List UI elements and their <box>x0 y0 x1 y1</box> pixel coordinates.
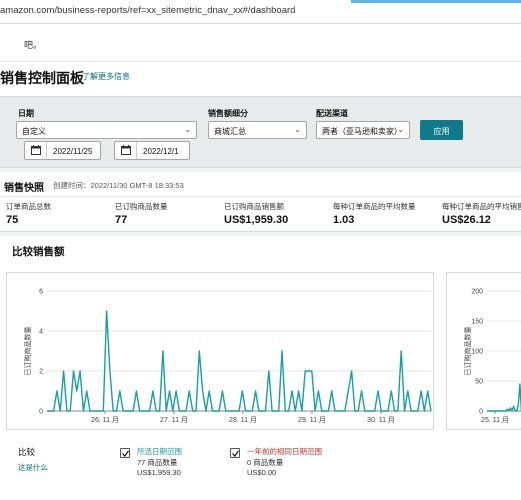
snapshot-title: 销售快照 <box>4 183 44 194</box>
x-tick-label: 25. 11 月 <box>481 416 509 424</box>
series-checkbox-selected[interactable] <box>120 448 130 458</box>
filter-panel: 日期 自定义 ⌄ 销售额细分 商城汇总 ⌄ 配送渠道 两者（亚马逊和卖家） ⌄ … <box>0 96 521 168</box>
browser-url-bar[interactable]: amazon.com/business-reports/ref=xx_sitem… <box>0 0 521 24</box>
metric-value: US$26.12 <box>442 214 491 226</box>
check-icon <box>232 450 239 457</box>
page-header: 销售控制面板 了解更多信息 <box>0 62 521 96</box>
series-sales-prior-year: US$0.00 <box>247 468 277 477</box>
metric-label: 已订购商品数量 <box>115 202 168 211</box>
y-tick-label: 2 <box>39 369 43 376</box>
x-tick-label: 26. 11 月 <box>91 416 119 424</box>
y-tick-label: 6 <box>39 289 43 296</box>
chevron-down-icon: ⌄ <box>397 125 404 134</box>
series-units-prior-year: 0 商品数量 <box>247 458 284 467</box>
learn-more-link[interactable]: 了解更多信息 <box>82 71 130 82</box>
calendar-icon[interactable] <box>25 142 47 159</box>
series-name-prior-year: 一年前的相同日期范围 <box>247 447 322 456</box>
y-tick-label: 150 <box>471 319 483 326</box>
divider <box>0 196 521 197</box>
chevron-down-icon: ⌄ <box>294 125 301 134</box>
chevron-down-icon: ⌄ <box>184 125 191 134</box>
end-date-value: 2022/12/1 <box>143 147 179 156</box>
metric-label: 已订购商品销售额 <box>224 202 284 211</box>
series-checkbox-prior-year[interactable] <box>230 448 240 458</box>
units-line-chart: 6 4 2 0 已订购商品数量 26. 11 月 27. 11 月 28. 11 月 29. 1… <box>23 289 432 424</box>
y-tick-label: 100 <box>471 349 483 356</box>
metric-units-ordered: 已订购商品数量 77 <box>115 201 168 226</box>
check-icon <box>122 450 129 457</box>
metric-total-orders: 订单商品总数 75 <box>6 201 51 226</box>
y-axis-label: 已订购商品数量 <box>463 327 472 376</box>
legend-title: 比较 <box>18 447 36 457</box>
url-bar-accent <box>351 0 521 3</box>
x-tick-label: 27. 11 月 <box>160 416 188 424</box>
y-tick-label: 200 <box>471 289 483 296</box>
x-tick-label: 28. 11 月 <box>229 416 257 424</box>
fulfillment-select[interactable]: 两者（亚马逊和卖家） ⌄ <box>316 121 410 139</box>
series-name-selected: 所选日期范围 <box>137 447 182 456</box>
notice-text: 吧。 <box>24 40 43 50</box>
snapshot-timestamp: 创建时间：2022/11/30 GMT-8 18:33:53 <box>53 181 184 190</box>
start-date-value: 2022/11/25 <box>53 147 93 156</box>
fulfillment-value: 两者（亚马逊和卖家） <box>322 127 402 136</box>
y-axis-label: 已订购商品数量 <box>23 327 32 376</box>
apply-button[interactable]: 应用 <box>420 120 463 140</box>
x-tick-label: 30. 11 月 <box>367 416 395 424</box>
metric-value: US$1,959.30 <box>224 214 289 226</box>
y-tick-label: 0 <box>39 409 43 416</box>
y-tick-label: 50 <box>475 379 483 386</box>
x-tick-label: 29. 11 月 <box>298 416 326 424</box>
metric-ordered-sales: 已订购商品销售额 US$1,959.30 <box>224 201 288 226</box>
series-line <box>47 310 432 412</box>
metric-label: 每种订单商品的平均数量 <box>333 202 416 211</box>
metric-value: 77 <box>115 214 128 226</box>
sales-snapshot: 销售快照 创建时间：2022/11/30 GMT-8 18:33:53 订单商品… <box>0 172 521 232</box>
date-filter-label: 日期 <box>18 109 34 118</box>
breakdown-value: 商城汇总 <box>214 127 246 136</box>
series-sales-selected: US$1,959.30 <box>137 468 181 477</box>
compare-sales-section: 比较销售额 6 4 2 0 已订购商品数量 26. 11 月 27. 11 月 28. 11 … <box>0 236 521 500</box>
series-units-selected: 77 商品数量 <box>137 458 178 467</box>
date-range-value: 自定义 <box>22 127 46 136</box>
units-chart-panel: 6 4 2 0 已订购商品数量 26. 11 月 27. 11 月 28. 11 月 29. 1… <box>6 272 434 430</box>
metric-label: 每种订单商品的平均销售 <box>442 202 521 211</box>
y-tick-label: 4 <box>39 329 43 336</box>
breakdown-filter-label: 销售额细分 <box>208 109 248 118</box>
metric-value: 75 <box>6 214 19 226</box>
url-text[interactable]: amazon.com/business-reports/ref=xx_sitem… <box>0 5 295 16</box>
units-line-chart-prior: 200 150 100 50 0 已订购商品数量 25. 11 月 <box>463 289 521 424</box>
breakdown-select[interactable]: 商城汇总 ⌄ <box>208 121 307 139</box>
date-range-select[interactable]: 自定义 ⌄ <box>16 121 197 139</box>
page-title: 销售控制面板 <box>0 70 84 86</box>
metric-value: 1.03 <box>333 214 355 226</box>
notice-banner: 吧。 <box>0 24 521 62</box>
end-date-field[interactable]: 2022/12/1 <box>114 141 190 160</box>
legend-help-link[interactable]: 这是什么 <box>18 462 48 473</box>
calendar-icon[interactable] <box>115 142 137 159</box>
metric-label: 订单商品总数 <box>6 202 51 211</box>
fulfillment-filter-label: 配送渠道 <box>316 109 348 118</box>
units-chart-panel-prior: 200 150 100 50 0 已订购商品数量 25. 11 月 <box>446 272 521 430</box>
metric-avg-units: 每种订单商品的平均数量 1.03 <box>333 201 416 226</box>
chart-legend: 比较 这是什么 所选日期范围 77 商品数量 US$1,959.30 一年前的相… <box>0 436 521 496</box>
series-line <box>487 383 521 412</box>
compare-title: 比较销售额 <box>12 246 65 258</box>
metric-avg-sales: 每种订单商品的平均销售 US$26.12 <box>442 201 521 226</box>
start-date-field[interactable]: 2022/11/25 <box>24 141 101 160</box>
y-tick-label: 0 <box>479 409 483 416</box>
